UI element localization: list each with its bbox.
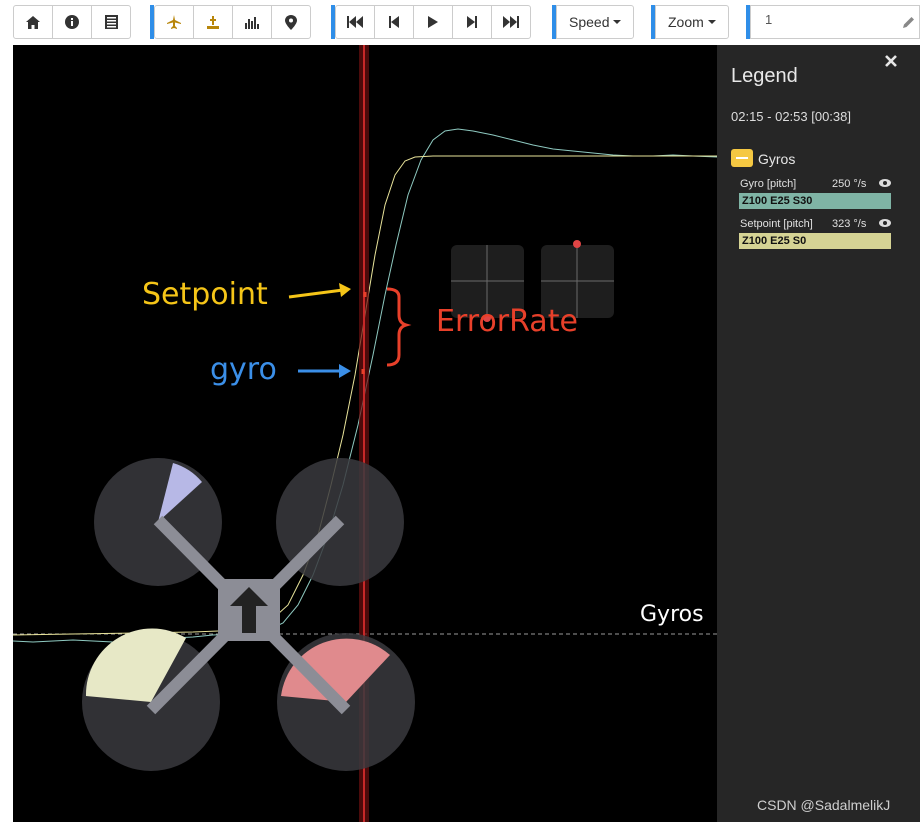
skip-end-icon: [503, 16, 519, 28]
caret-down-icon: [707, 20, 716, 24]
home-icon: [26, 15, 40, 29]
skip-start-button[interactable]: [335, 5, 375, 39]
legend-group-name: Gyros: [758, 151, 796, 167]
toolbar: Speed Zoom 1: [0, 0, 920, 44]
step-back-button[interactable]: [374, 5, 414, 39]
legend-panel: Legend 02:15 - 02:53 [00:38] Gyros Gyro …: [717, 45, 920, 822]
analyser-view-button[interactable]: [232, 5, 272, 39]
play-icon: [428, 16, 438, 28]
home-button[interactable]: [13, 5, 53, 39]
eye-icon[interactable]: [879, 179, 891, 187]
map-view-button[interactable]: [271, 5, 311, 39]
craft-view-button[interactable]: [154, 5, 194, 39]
legend-field-chip[interactable]: Z100 E25 S0: [739, 233, 891, 249]
nav-button-group: [13, 5, 131, 39]
setpoint-annotation-arrow: [288, 283, 351, 299]
watermark: CSDN @SadalmelikJ: [757, 797, 891, 813]
pencil-icon: [903, 17, 914, 28]
skip-start-icon: [347, 16, 363, 28]
sticks-icon: [207, 16, 219, 29]
gyro-annotation-arrow: [298, 364, 351, 378]
play-button[interactable]: [413, 5, 453, 39]
legend-field-label: Gyro [pitch]: [740, 178, 797, 190]
group-collapse-toggle[interactable]: [731, 149, 753, 167]
step-back-icon: [389, 16, 399, 28]
graph-group-label: Gyros: [640, 602, 704, 627]
legend-title: Legend: [731, 65, 798, 87]
frame-value: 1: [765, 12, 773, 27]
view-button-group: [154, 5, 311, 39]
legend-field-value: 323 °/s: [832, 218, 867, 230]
list-icon: [104, 15, 118, 29]
legend-field-value: 250 °/s: [832, 178, 867, 190]
legend-field-label: Setpoint [pitch]: [740, 218, 813, 230]
playback-button-group: [335, 5, 531, 39]
sticks-view-button[interactable]: [193, 5, 233, 39]
gyro-annotation-label: gyro: [210, 352, 277, 387]
error-rate-annotation-label: ErrorRate: [436, 304, 578, 339]
step-forward-icon: [467, 16, 477, 28]
map-icon: [285, 14, 297, 30]
blackbox-viewer: Speed Zoom 1 Setpoint gyro ErrorRate Gyr…: [0, 0, 920, 822]
speed-label: Speed: [569, 14, 610, 30]
setpoint-annotation-label: Setpoint: [142, 277, 268, 312]
list-button[interactable]: [91, 5, 131, 39]
skip-end-button[interactable]: [491, 5, 531, 39]
close-icon: [885, 55, 897, 67]
info-button[interactable]: [52, 5, 92, 39]
caret-down-icon: [613, 20, 622, 24]
analyser-icon: [245, 17, 259, 29]
frame-input[interactable]: 1: [750, 5, 920, 39]
zoom-dropdown[interactable]: Zoom: [655, 5, 729, 39]
legend-time-range: 02:15 - 02:53 [00:38]: [731, 109, 851, 124]
legend-field-chip[interactable]: Z100 E25 S30: [739, 193, 891, 209]
step-forward-button[interactable]: [452, 5, 492, 39]
graph-canvas[interactable]: Setpoint gyro ErrorRate Gyros: [13, 45, 717, 822]
craft-icon: [167, 15, 181, 29]
eye-icon[interactable]: [879, 219, 891, 227]
speed-dropdown[interactable]: Speed: [556, 5, 634, 39]
zoom-label: Zoom: [668, 14, 704, 30]
info-icon: [65, 15, 79, 29]
error-rate-brace: [361, 287, 412, 374]
close-button[interactable]: [885, 51, 897, 72]
